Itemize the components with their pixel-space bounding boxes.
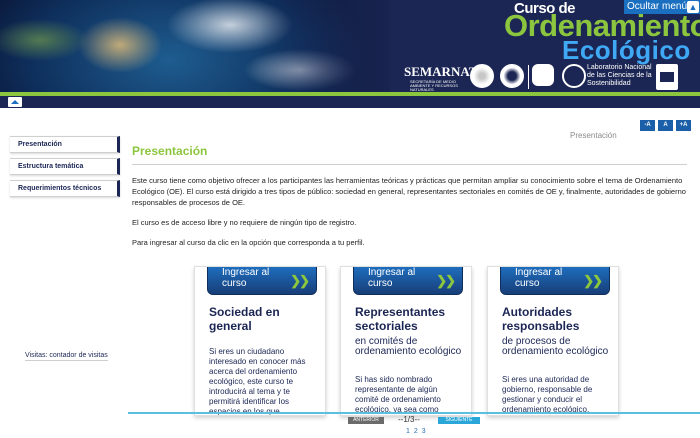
title-divider — [132, 164, 687, 165]
instruction-paragraph: Para ingresar al curso da clic en la opc… — [132, 238, 365, 247]
card-description: Si has sido nombrado representante de al… — [355, 375, 441, 414]
card-sociedad: Ingresar al curso ❯❯ Sociedad en general… — [194, 266, 326, 416]
font-size-tools: -A A +A — [640, 120, 691, 131]
card-description: Si eres una autoridad de gobierno, respo… — [502, 375, 593, 414]
unam-seal-icon — [500, 64, 524, 88]
chevron-up-icon: ▲ — [687, 1, 699, 13]
page-numbers: 1 2 3 — [406, 428, 428, 435]
visit-counter: Visitas: contador de visitas — [25, 352, 108, 361]
page-link-3[interactable]: 3 — [422, 428, 426, 435]
card-autoridades: Ingresar al curso ❯❯ Autoridades respons… — [487, 266, 619, 416]
double-arrow-icon: ❯❯ — [583, 273, 603, 288]
sidebar-item-requerimientos[interactable]: Requerimientos técnicos — [10, 180, 120, 197]
page: Curso de Ordenamiento Ecológico Ocultar … — [0, 0, 700, 438]
partner-logo-icon — [656, 64, 678, 90]
laboratory-logo-icon — [562, 64, 586, 88]
card-representantes: Ingresar al curso ❯❯ Representantes sect… — [340, 266, 472, 416]
previous-button[interactable]: ANTERIOR — [348, 417, 384, 424]
card-title: Autoridades responsables — [502, 305, 580, 333]
sidebar-item-estructura[interactable]: Estructura temática — [10, 158, 120, 175]
header-banner: Curso de Ordenamiento Ecológico Ocultar … — [0, 0, 700, 95]
intro-paragraph: Este curso tiene como objetivo ofrecer a… — [132, 176, 686, 207]
font-reset-button[interactable]: A — [658, 120, 673, 131]
enter-course-label: Ingresar al curso — [222, 267, 270, 289]
hide-menu-label: Ocultar menú — [627, 1, 688, 12]
enter-course-button[interactable]: Ingresar al curso ❯❯ — [207, 267, 317, 295]
mexico-seal-icon — [470, 64, 494, 88]
card-subtitle: en comités de ordenamiento ecológico — [355, 336, 462, 357]
font-decrease-button[interactable]: -A — [640, 120, 655, 131]
enter-course-button[interactable]: Ingresar al curso ❯❯ — [500, 267, 610, 295]
page-link-2[interactable]: 2 — [414, 428, 418, 435]
card-title: Sociedad en general — [209, 305, 280, 333]
institution-logos: SEMARNAT SECRETARÍA DE MEDIO AMBIENTE Y … — [404, 62, 689, 92]
font-increase-button[interactable]: +A — [676, 120, 691, 131]
card-description: Si eres un ciudadano interesado en conoc… — [209, 347, 306, 415]
sidebar: Presentación Estructura temática Requeri… — [10, 136, 120, 202]
institute-logo-icon — [532, 64, 554, 86]
next-button[interactable]: SIGUIENTE — [438, 417, 480, 424]
enter-course-button[interactable]: Ingresar al curso ❯❯ — [353, 267, 463, 295]
access-paragraph: El curso es de acceso libre y no requier… — [132, 218, 357, 227]
main-content: Presentación Este curso tiene como objet… — [132, 144, 687, 248]
nav-strip — [0, 96, 700, 108]
footer-divider — [128, 412, 700, 414]
enter-course-label: Ingresar al curso — [515, 267, 563, 289]
breadcrumb: Presentación — [570, 131, 617, 140]
card-title: Representantes sectoriales — [355, 305, 446, 333]
laboratory-name: Laboratorio Nacional de las Ciencias de … — [587, 64, 652, 87]
card-subtitle: de procesos de ordenamiento ecológico — [502, 336, 609, 357]
semarnat-logo: SEMARNAT — [404, 64, 478, 79]
double-arrow-icon: ❯❯ — [436, 273, 456, 288]
page-indicator: --1/3-- — [398, 415, 420, 424]
double-arrow-icon: ❯❯ — [290, 273, 310, 288]
sidebar-item-presentacion[interactable]: Presentación — [10, 136, 120, 153]
semarnat-subtitle: SECRETARÍA DE MEDIO AMBIENTE Y RECURSOS … — [410, 79, 458, 92]
enter-course-label: Ingresar al curso — [368, 267, 416, 289]
page-title: Presentación — [132, 144, 208, 158]
home-icon[interactable] — [8, 97, 22, 107]
hide-menu-button[interactable]: Ocultar menú ▲ — [624, 0, 700, 14]
page-link-1[interactable]: 1 — [406, 428, 410, 435]
